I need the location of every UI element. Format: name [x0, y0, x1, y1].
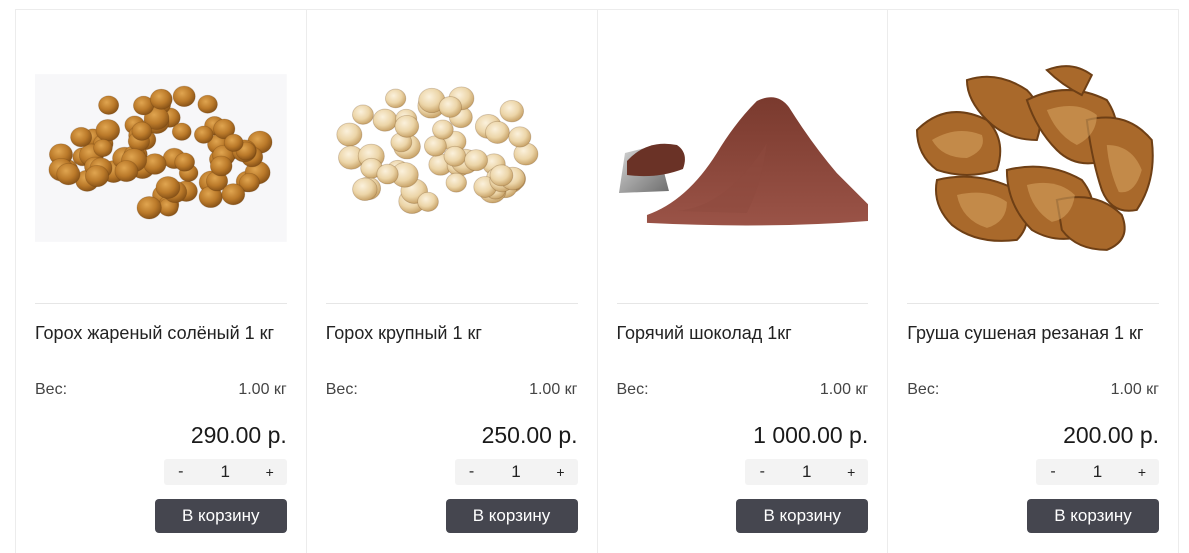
increase-button[interactable]: +	[838, 459, 864, 485]
quantity-stepper: - 1 +	[163, 459, 287, 485]
increase-button[interactable]: +	[257, 459, 283, 485]
increase-button[interactable]: +	[548, 459, 574, 485]
weight-row: Вес: 1.00 кг	[907, 381, 1159, 399]
card-divider	[325, 303, 578, 304]
weight-label: Вес:	[35, 381, 68, 398]
weight-row: Вес: 1.00 кг	[326, 381, 578, 399]
quantity-stepper: - 1 +	[1036, 459, 1159, 485]
product-price: 250.00 р.	[481, 422, 578, 448]
weight-label: Вес:	[616, 381, 649, 398]
quantity-input[interactable]: 1	[787, 462, 827, 482]
weight-row: Вес: 1.00 кг	[617, 381, 869, 399]
product-card: Горячий шоколад 1кг Вес: 1.00 кг 1 000.0…	[598, 10, 889, 553]
decrease-button[interactable]: -	[168, 459, 194, 485]
weight-label: Вес:	[325, 381, 358, 398]
decrease-button[interactable]: -	[749, 459, 775, 485]
product-title[interactable]: Горох крупный 1 кг	[326, 322, 583, 344]
weight-value: 1.00 кг	[529, 381, 578, 398]
product-price: 290.00 р.	[190, 422, 287, 448]
product-image-cocoa[interactable]	[616, 50, 869, 265]
quantity-input[interactable]: 1	[496, 462, 536, 482]
quantity-stepper: - 1 +	[745, 459, 869, 485]
weight-value: 1.00 кг	[1110, 381, 1159, 398]
product-card: Груша сушеная резаная 1 кг Вес: 1.00 кг …	[888, 10, 1179, 553]
product-image-chickpeas[interactable]	[325, 50, 578, 265]
weight-row: Вес: 1.00 кг	[35, 381, 287, 399]
product-image-dried-pear[interactable]	[907, 50, 1159, 265]
add-to-cart-button[interactable]: В корзину	[445, 499, 578, 533]
card-divider	[907, 303, 1159, 304]
add-to-cart-button[interactable]: В корзину	[1027, 499, 1159, 533]
increase-button[interactable]: +	[1129, 459, 1155, 485]
decrease-button[interactable]: -	[1040, 459, 1066, 485]
weight-value: 1.00 кг	[238, 381, 287, 398]
add-to-cart-button[interactable]: В корзину	[154, 499, 287, 533]
add-to-cart-button[interactable]: В корзину	[736, 499, 869, 533]
decrease-button[interactable]: -	[459, 459, 485, 485]
product-card: Горох крупный 1 кг Вес: 1.00 кг 250.00 р…	[307, 10, 598, 553]
weight-value: 1.00 кг	[819, 381, 869, 398]
card-divider	[616, 303, 869, 304]
quantity-input[interactable]: 1	[1078, 462, 1118, 482]
product-title[interactable]: Груша сушеная резаная 1 кг	[907, 322, 1164, 344]
card-divider	[35, 303, 287, 304]
quantity-stepper: - 1 +	[454, 459, 578, 485]
product-image-roasted-chickpeas[interactable]	[35, 50, 287, 265]
weight-label: Вес:	[907, 381, 940, 398]
quantity-input[interactable]: 1	[205, 462, 245, 482]
product-price: 200.00 р.	[1063, 422, 1159, 448]
product-title[interactable]: Горячий шоколад 1кг	[617, 322, 874, 344]
product-price: 1 000.00 р.	[753, 422, 869, 448]
product-grid: Горох жареный солёный 1 кг Вес: 1.00 кг …	[15, 9, 1179, 553]
product-card: Горох жареный солёный 1 кг Вес: 1.00 кг …	[16, 10, 307, 553]
product-title[interactable]: Горох жареный солёный 1 кг	[35, 322, 292, 344]
